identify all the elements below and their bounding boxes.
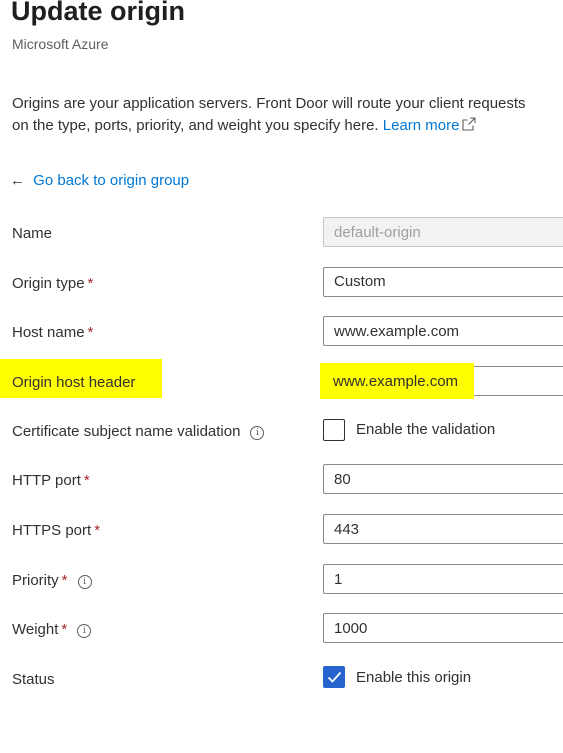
page-subtitle: Microsoft Azure bbox=[12, 36, 109, 52]
required-marker: * bbox=[94, 522, 101, 539]
cert-validation-label: Certificate subject name validation bbox=[12, 423, 241, 440]
host-name-row: Host name * bbox=[0, 316, 563, 350]
description-line-2-text: on the type, ports, priority, and weight… bbox=[12, 117, 379, 134]
required-marker: * bbox=[61, 572, 68, 589]
cert-validation-checkbox[interactable] bbox=[323, 419, 345, 441]
checkmark-icon bbox=[327, 671, 342, 683]
priority-row: Priority * i bbox=[0, 564, 563, 598]
description-line-2: on the type, ports, priority, and weight… bbox=[12, 115, 563, 137]
origin-type-label-wrap: Origin type * bbox=[12, 275, 93, 292]
name-label: Name bbox=[12, 225, 53, 242]
https-port-field[interactable] bbox=[323, 514, 563, 544]
origin-host-header-label: Origin host header bbox=[12, 374, 136, 391]
https-port-row: HTTPS port * bbox=[0, 514, 563, 548]
origin-host-header-value-overlay: www.example.com bbox=[333, 373, 459, 390]
priority-field[interactable] bbox=[323, 564, 563, 594]
name-row: Name bbox=[0, 217, 563, 251]
learn-more-link[interactable]: Learn more bbox=[383, 117, 477, 134]
arrow-left-icon: ← bbox=[10, 172, 25, 189]
back-to-origin-group-link[interactable]: ← Go back to origin group bbox=[10, 172, 189, 189]
info-icon[interactable]: i bbox=[77, 624, 92, 638]
https-port-label-wrap: HTTPS port * bbox=[12, 522, 100, 539]
info-icon[interactable]: i bbox=[77, 575, 92, 589]
http-port-row: HTTP port * bbox=[0, 464, 563, 498]
status-checkbox-label[interactable]: Enable this origin bbox=[356, 669, 471, 686]
priority-label-wrap: Priority * i bbox=[12, 572, 92, 589]
http-port-field[interactable] bbox=[323, 464, 563, 494]
weight-label: Weight bbox=[12, 621, 59, 638]
info-icon[interactable]: i bbox=[250, 426, 265, 440]
required-marker: * bbox=[87, 324, 94, 341]
origin-host-header-row: Origin host header www.example.com bbox=[0, 363, 563, 400]
required-marker: * bbox=[83, 472, 90, 489]
origin-type-label: Origin type bbox=[12, 275, 85, 292]
status-checkbox[interactable] bbox=[323, 666, 345, 688]
status-row: Status Enable this origin bbox=[0, 666, 563, 700]
page-title: Update origin bbox=[11, 0, 185, 26]
cert-validation-label-wrap: Certificate subject name validation i bbox=[12, 423, 265, 440]
weight-row: Weight * i bbox=[0, 613, 563, 647]
back-link-label: Go back to origin group bbox=[33, 172, 190, 189]
cert-validation-row: Certificate subject name validation i Ena… bbox=[0, 417, 563, 451]
weight-label-wrap: Weight * i bbox=[12, 621, 92, 638]
origin-type-select[interactable]: Custom bbox=[323, 267, 563, 297]
learn-more-label: Learn more bbox=[382, 117, 460, 134]
required-marker: * bbox=[61, 621, 68, 638]
external-link-icon bbox=[462, 117, 477, 131]
cert-validation-checkbox-label[interactable]: Enable the validation bbox=[356, 421, 495, 438]
host-name-label-wrap: Host name * bbox=[12, 324, 93, 341]
http-port-label: HTTP port bbox=[12, 472, 81, 489]
name-field[interactable] bbox=[323, 217, 563, 247]
https-port-label: HTTPS port bbox=[12, 522, 92, 539]
host-name-field[interactable] bbox=[323, 316, 563, 346]
description-line-1: Origins are your application servers. Fr… bbox=[12, 95, 526, 112]
origin-type-row: Origin type * Custom bbox=[0, 267, 563, 301]
description: Origins are your application servers. Fr… bbox=[12, 93, 563, 137]
required-marker: * bbox=[87, 275, 94, 292]
status-label: Status bbox=[12, 671, 55, 688]
host-name-label: Host name bbox=[12, 324, 85, 341]
priority-label: Priority bbox=[12, 572, 59, 589]
http-port-label-wrap: HTTP port * bbox=[12, 472, 90, 489]
weight-field[interactable] bbox=[323, 613, 563, 643]
